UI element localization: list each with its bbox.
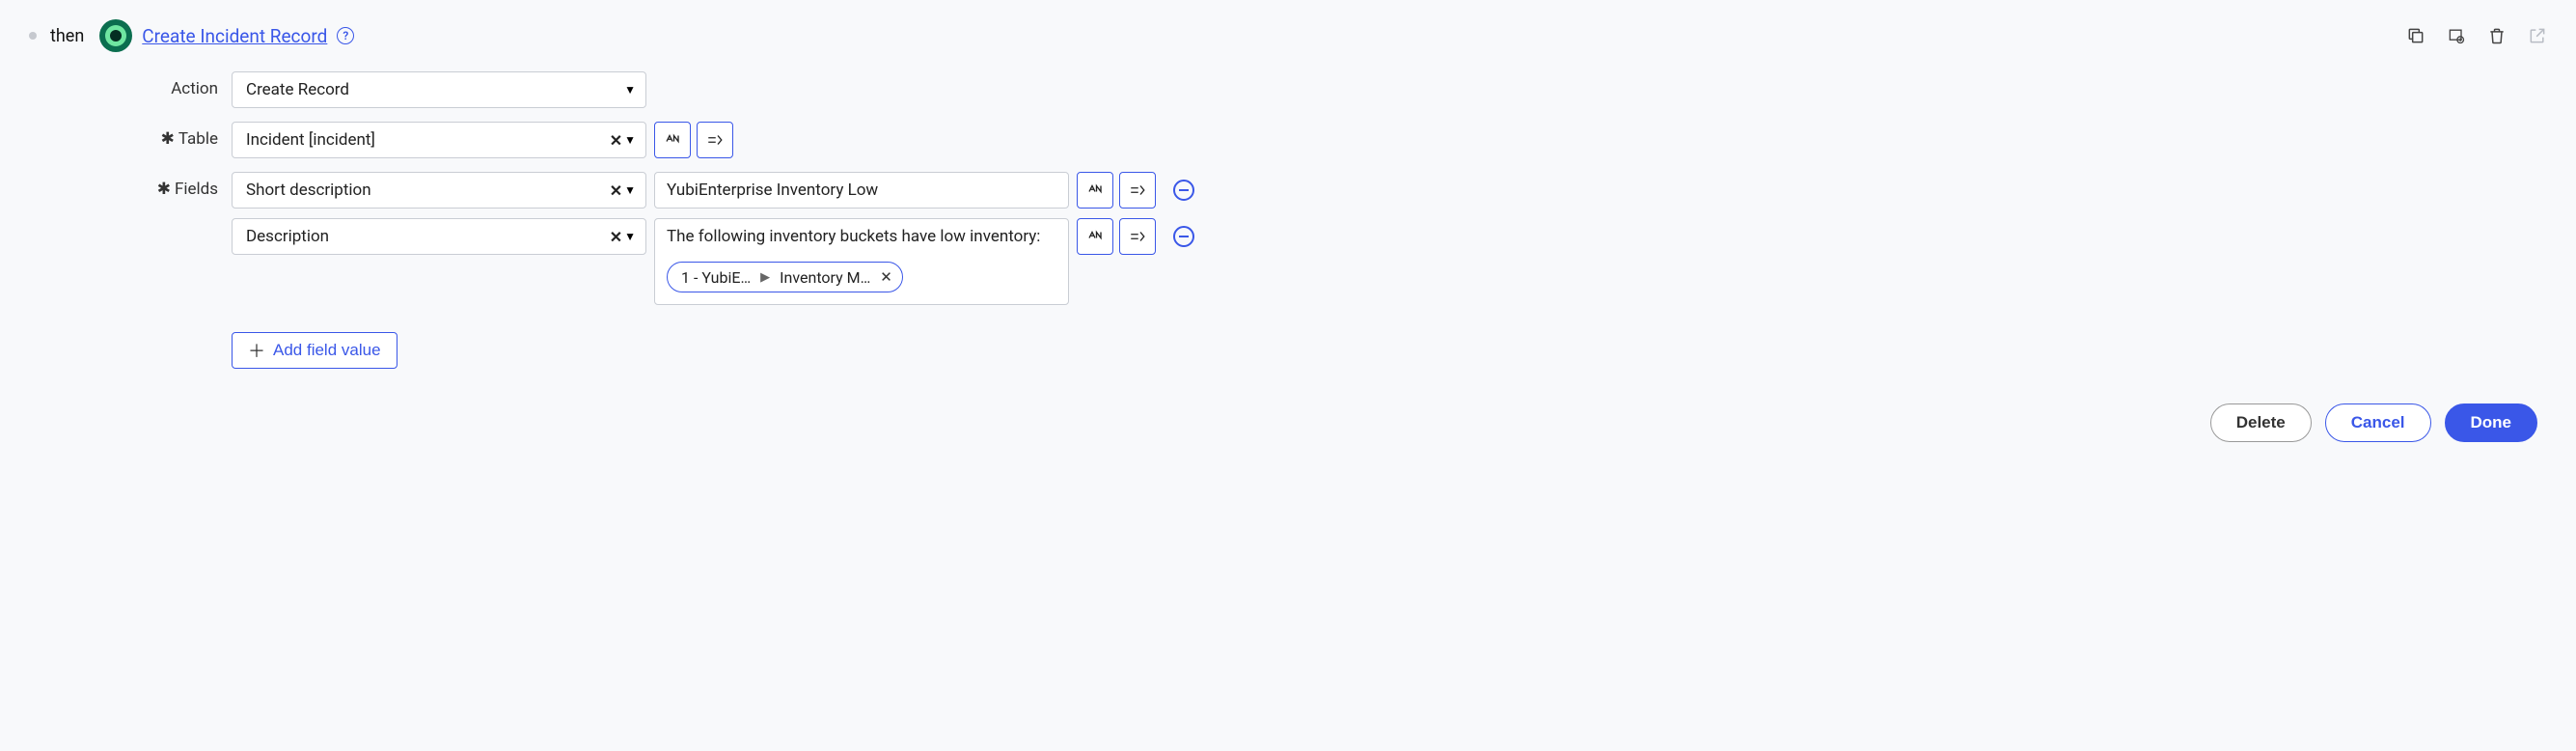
trash-icon[interactable] xyxy=(2487,26,2507,45)
field-line-short-description: Short description ✕ ▼ YubiEnterprise Inv… xyxy=(232,172,1245,209)
row-fields: ✱ Fields Short description ✕ ▼ YubiEnter… xyxy=(125,172,1245,369)
done-button[interactable]: Done xyxy=(2445,403,2538,442)
delete-button[interactable]: Delete xyxy=(2210,403,2312,442)
field-select-value: Description xyxy=(246,227,329,246)
header-right-actions xyxy=(2406,26,2547,45)
plus-icon: ＋ xyxy=(248,338,265,363)
field-line-description: Description ✕ ▼ The following inventory … xyxy=(232,218,1245,305)
app-badge-icon xyxy=(99,19,132,52)
data-pill-picker-button[interactable] xyxy=(1077,218,1113,255)
then-label: then xyxy=(50,26,84,46)
pill-left: 1 - YubiE… xyxy=(681,268,751,287)
data-pill-picker-button[interactable] xyxy=(1077,172,1113,209)
data-pill-picker-button[interactable] xyxy=(654,122,691,158)
value-text: The following inventory buckets have low… xyxy=(667,227,1040,246)
label-fields: ✱ Fields xyxy=(125,172,232,199)
chevron-down-icon: ▼ xyxy=(624,133,636,147)
field-select-description[interactable]: Description ✕ ▼ xyxy=(232,218,646,255)
form-area: Action Create Record ▼ ✱ Table Incident … xyxy=(29,71,1245,369)
label-fields-text: Fields xyxy=(175,180,218,199)
action-select-value: Create Record xyxy=(246,80,349,99)
field-select-value: Short description xyxy=(246,181,371,200)
clear-icon[interactable]: ✕ xyxy=(610,131,622,150)
row-action: Action Create Record ▼ xyxy=(125,71,1245,108)
required-star-icon: ✱ xyxy=(157,180,171,199)
required-star-icon: ✱ xyxy=(161,129,175,149)
label-table: ✱ Table xyxy=(125,122,232,149)
action-select[interactable]: Create Record ▼ xyxy=(232,71,646,108)
label-table-text: Table xyxy=(178,129,218,149)
heart-settings-icon[interactable] xyxy=(2447,26,2466,45)
chevron-down-icon: ▼ xyxy=(624,183,636,197)
row-table: ✱ Table Incident [incident] ✕ ▼ xyxy=(125,122,1245,158)
table-select-value: Incident [incident] xyxy=(246,130,375,150)
label-action: Action xyxy=(125,71,232,98)
data-pill[interactable]: 1 - YubiE… ▶ Inventory M… ✕ xyxy=(667,262,903,292)
chevron-right-icon: ▶ xyxy=(760,270,770,285)
pill-right: Inventory M… xyxy=(780,268,870,287)
pill-remove-icon[interactable]: ✕ xyxy=(880,268,892,286)
value-input-short-description[interactable]: YubiEnterprise Inventory Low xyxy=(654,172,1069,209)
remove-field-button[interactable] xyxy=(1173,180,1194,201)
field-select-short-description[interactable]: Short description ✕ ▼ xyxy=(232,172,646,209)
copy-icon[interactable] xyxy=(2406,26,2425,45)
script-button[interactable] xyxy=(1119,172,1156,209)
value-text: YubiEnterprise Inventory Low xyxy=(667,181,878,200)
chevron-down-icon: ▼ xyxy=(624,230,636,243)
bullet-dot-icon xyxy=(29,32,37,40)
add-field-value-button[interactable]: ＋ Add field value xyxy=(232,332,397,369)
table-select[interactable]: Incident [incident] ✕ ▼ xyxy=(232,122,646,158)
external-link-icon[interactable] xyxy=(2528,26,2547,45)
label-action-text: Action xyxy=(171,79,218,98)
add-field-label: Add field value xyxy=(273,341,381,360)
help-icon[interactable]: ? xyxy=(337,27,354,44)
clear-icon[interactable]: ✕ xyxy=(610,181,622,200)
remove-field-button[interactable] xyxy=(1173,226,1194,247)
script-button[interactable] xyxy=(697,122,733,158)
clear-icon[interactable]: ✕ xyxy=(610,228,622,246)
footer-buttons: Delete Cancel Done xyxy=(29,403,2547,442)
chevron-down-icon: ▼ xyxy=(624,83,636,97)
value-input-description[interactable]: The following inventory buckets have low… xyxy=(654,218,1069,305)
action-title-link[interactable]: Create Incident Record xyxy=(142,25,327,47)
cancel-button[interactable]: Cancel xyxy=(2325,403,2431,442)
action-header: then Create Incident Record ? xyxy=(29,19,2547,52)
script-button[interactable] xyxy=(1119,218,1156,255)
header-left: then Create Incident Record ? xyxy=(29,19,354,52)
